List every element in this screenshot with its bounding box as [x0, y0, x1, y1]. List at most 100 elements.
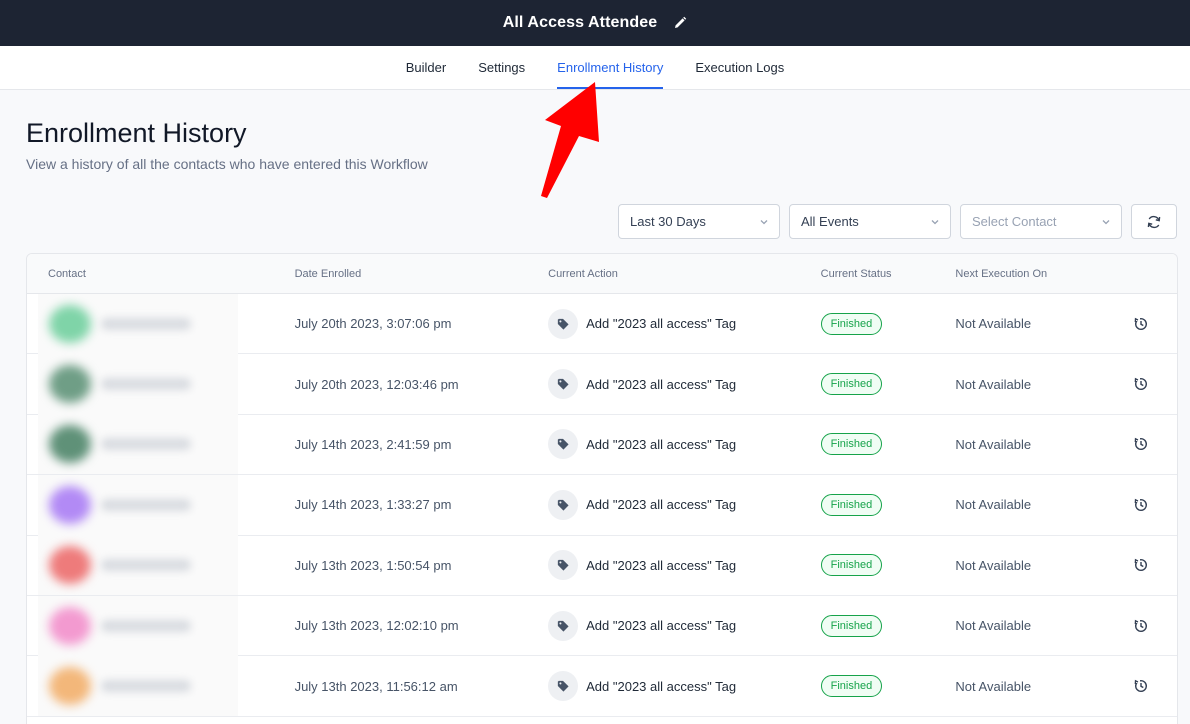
action-label: Add "2023 all access" Tag: [586, 376, 737, 392]
contact-cell[interactable]: [38, 414, 238, 475]
chevron-down-icon: [760, 219, 768, 224]
current-action: Add "2023 all access" Tag: [548, 610, 801, 641]
chevron-down-icon: [931, 219, 939, 224]
table-row[interactable]: July 20th 2023, 3:07:06 pm Add "2023 all…: [27, 293, 1177, 355]
next-execution: Not Available: [955, 316, 1032, 332]
table-row[interactable]: July 13th 2023, 12:02:10 pm Add "2023 al…: [27, 595, 1177, 657]
contact-cell[interactable]: [38, 656, 238, 717]
contact-cell[interactable]: [38, 595, 238, 656]
date-enrolled: July 14th 2023, 2:41:59 pm: [294, 436, 452, 452]
contact-cell[interactable]: [38, 474, 238, 535]
date-enrolled: July 14th 2023, 1:33:27 pm: [294, 497, 452, 513]
table-body: July 20th 2023, 3:07:06 pm Add "2023 all…: [27, 293, 1177, 717]
annotation-arrow-icon: [541, 82, 599, 198]
history-icon[interactable]: [1134, 618, 1148, 633]
tag-icon: [548, 550, 579, 581]
tag-icon: [548, 429, 579, 460]
date-enrolled: July 13th 2023, 11:56:12 am: [294, 678, 458, 694]
column-current-action: Current Action: [548, 267, 618, 280]
table-header: Contact Date Enrolled Current Action Cur…: [27, 254, 1177, 294]
tag-icon: [548, 671, 579, 702]
contact-cell[interactable]: [38, 354, 238, 415]
status-badge: Finished: [820, 433, 883, 456]
top-bar: All Access Attendee: [0, 0, 1190, 46]
page-subtitle: View a history of all the contacts who h…: [26, 156, 428, 172]
date-enrolled: July 20th 2023, 12:03:46 pm: [294, 376, 459, 392]
refresh-button[interactable]: [1131, 204, 1177, 239]
contact-name-redacted: [101, 619, 191, 632]
contact-name-redacted: [101, 378, 191, 391]
tag-icon: [548, 308, 579, 339]
current-action: Add "2023 all access" Tag: [548, 308, 801, 339]
contact-cell[interactable]: [38, 293, 238, 354]
table-row[interactable]: July 14th 2023, 1:33:27 pm Add "2023 all…: [27, 474, 1177, 536]
column-current-status: Current Status: [820, 267, 892, 280]
tag-icon: [548, 610, 579, 641]
contact-name-redacted: [101, 680, 191, 693]
current-action: Add "2023 all access" Tag: [548, 489, 801, 520]
contact-name-redacted: [101, 438, 191, 451]
events-value: All Events: [801, 214, 859, 229]
action-label: Add "2023 all access" Tag: [586, 436, 737, 452]
workflow-title: All Access Attendee: [502, 14, 658, 31]
filter-bar: Last 30 Days All Events Select Contact: [618, 204, 1177, 239]
current-action: Add "2023 all access" Tag: [548, 429, 801, 460]
history-icon[interactable]: [1134, 497, 1148, 512]
contact-name-redacted: [101, 498, 191, 511]
tag-icon: [548, 369, 579, 400]
avatar: [49, 304, 91, 343]
status-badge: Finished: [820, 373, 883, 396]
column-date-enrolled: Date Enrolled: [294, 267, 362, 280]
date-range-select[interactable]: Last 30 Days: [618, 204, 780, 239]
refresh-icon: [1147, 215, 1161, 228]
date-enrolled: July 13th 2023, 12:02:10 pm: [294, 618, 459, 634]
history-icon[interactable]: [1134, 316, 1148, 331]
avatar: [49, 667, 91, 706]
tag-icon: [548, 489, 579, 520]
avatar: [49, 606, 91, 645]
date-enrolled: July 13th 2023, 1:50:54 pm: [294, 557, 452, 573]
history-icon[interactable]: [1134, 679, 1148, 693]
avatar: [49, 425, 91, 464]
next-execution: Not Available: [955, 678, 1032, 694]
status-badge: Finished: [820, 312, 883, 335]
chevron-down-icon: [1102, 219, 1110, 224]
history-icon[interactable]: [1134, 437, 1148, 451]
avatar: [49, 485, 91, 524]
current-action: Add "2023 all access" Tag: [548, 369, 801, 400]
date-enrolled: July 20th 2023, 3:07:06 pm: [294, 316, 452, 332]
tab-settings[interactable]: Settings: [462, 46, 541, 89]
status-badge: Finished: [820, 614, 883, 637]
table-row[interactable]: July 14th 2023, 2:41:59 pm Add "2023 all…: [27, 414, 1177, 476]
current-action: Add "2023 all access" Tag: [548, 550, 801, 581]
column-next-execution: Next Execution On: [955, 267, 1048, 280]
action-label: Add "2023 all access" Tag: [586, 497, 737, 513]
history-icon[interactable]: [1134, 377, 1148, 391]
date-range-value: Last 30 Days: [630, 214, 706, 229]
contact-select-placeholder: Select Contact: [972, 214, 1057, 229]
contact-name-redacted: [101, 559, 191, 572]
next-execution: Not Available: [955, 436, 1032, 452]
table-row[interactable]: July 13th 2023, 1:50:54 pm Add "2023 all…: [27, 535, 1177, 596]
table-row[interactable]: July 13th 2023, 11:56:12 am Add "2023 al…: [27, 656, 1177, 717]
action-label: Add "2023 all access" Tag: [586, 678, 737, 694]
pencil-icon[interactable]: [673, 16, 687, 30]
tab-builder[interactable]: Builder: [390, 46, 462, 89]
action-label: Add "2023 all access" Tag: [586, 316, 737, 332]
table-row[interactable]: July 20th 2023, 12:03:46 pm Add "2023 al…: [27, 354, 1177, 415]
current-action: Add "2023 all access" Tag: [548, 671, 801, 702]
contact-cell[interactable]: [38, 535, 238, 596]
action-label: Add "2023 all access" Tag: [586, 618, 737, 634]
column-contact: Contact: [48, 267, 86, 280]
page-title: Enrollment History: [26, 118, 247, 148]
contact-select[interactable]: Select Contact: [960, 204, 1122, 239]
tab-execution-logs[interactable]: Execution Logs: [679, 46, 800, 89]
avatar: [49, 546, 91, 585]
next-execution: Not Available: [955, 618, 1032, 634]
events-select[interactable]: All Events: [789, 204, 951, 239]
action-label: Add "2023 all access" Tag: [586, 557, 737, 573]
status-badge: Finished: [820, 493, 883, 516]
history-icon[interactable]: [1134, 558, 1148, 572]
avatar: [49, 365, 91, 404]
next-execution: Not Available: [955, 376, 1032, 392]
